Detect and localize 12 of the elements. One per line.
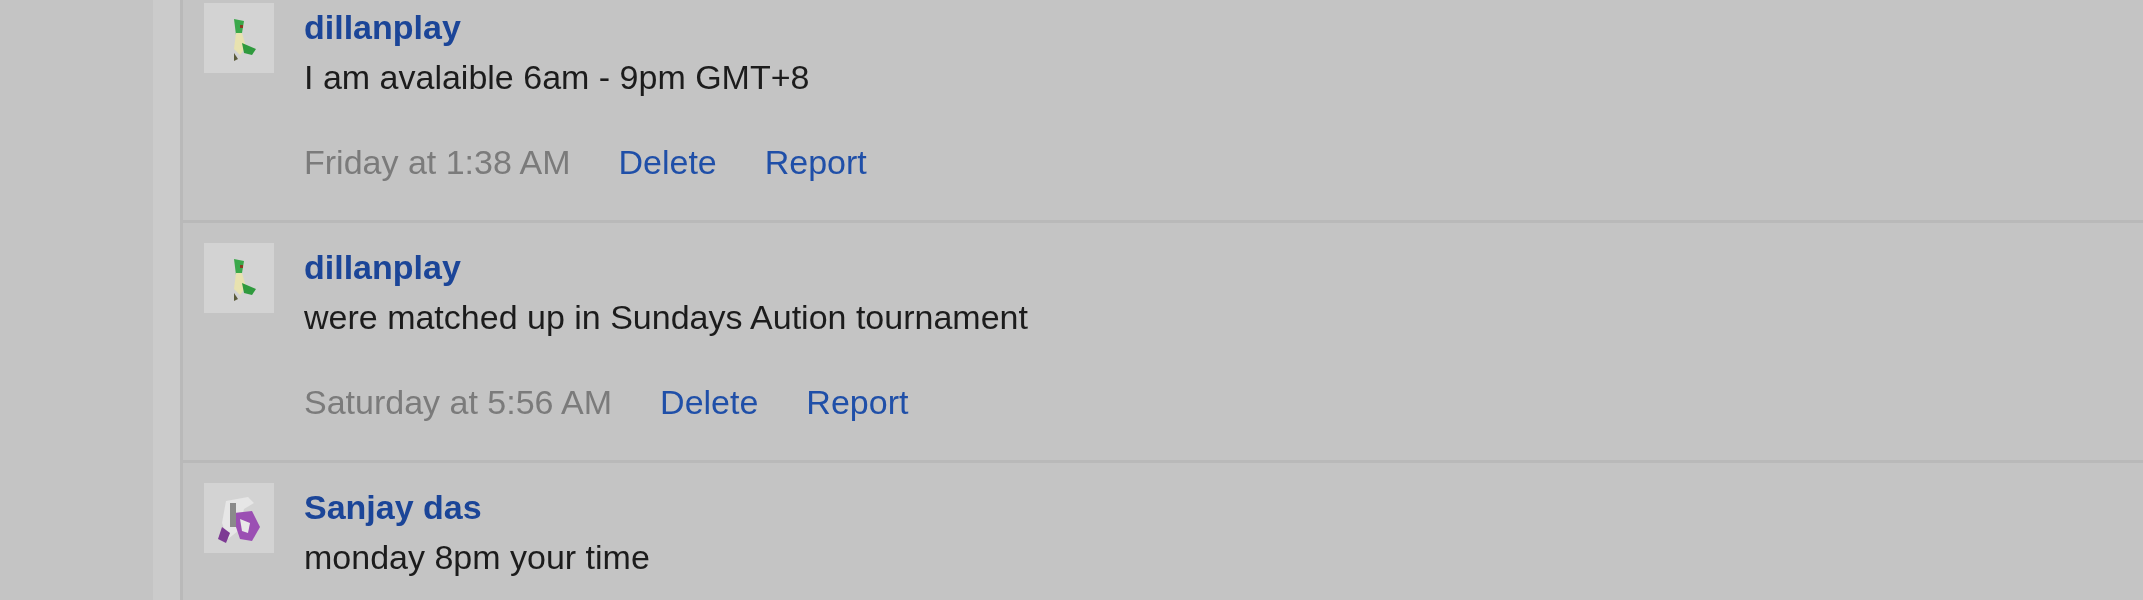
timestamp: Friday at 1:38 AM [304,142,571,183]
author-name[interactable]: Sanjay das [304,483,650,531]
action-link[interactable]: Delete [618,138,717,186]
comment-text: were matched up in Sundays Aution tournament [304,297,1028,338]
author-name[interactable]: dillanplay [304,243,1028,291]
author-name[interactable]: dillanplay [304,3,867,51]
timestamp: Saturday at 5:56 AM [304,382,613,423]
comment-text: monday 8pm your time [304,537,650,578]
action-link[interactable]: Report [806,378,909,426]
action-link[interactable]: Delete [660,378,759,426]
action-link[interactable]: Report [764,138,867,186]
comment-text: I am avalaible 6am - 9pm GMT+8 [304,57,811,98]
